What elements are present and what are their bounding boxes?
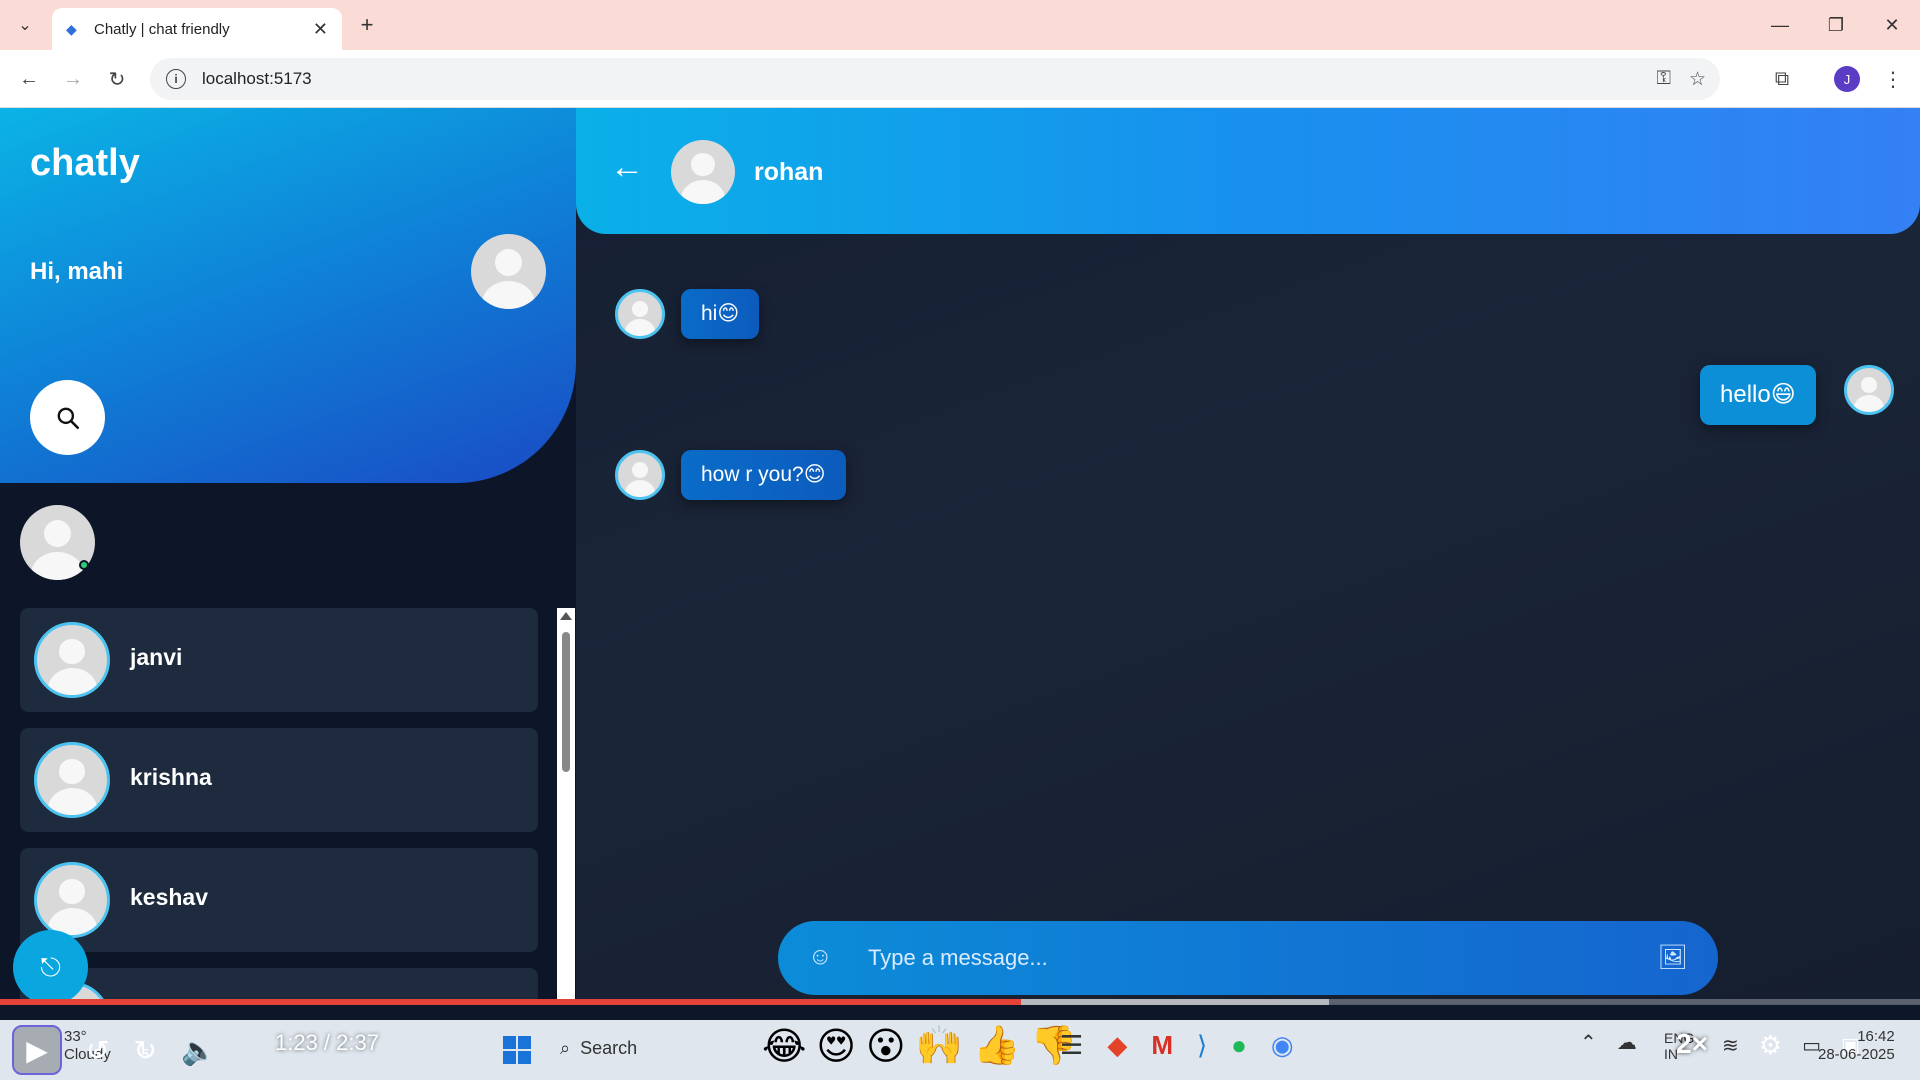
contact-item[interactable]: janvi <box>20 608 538 712</box>
extensions-icon[interactable]: ⧉ <box>1767 64 1797 94</box>
playback-speed[interactable]: 2× <box>1676 1028 1708 1060</box>
emoji-picker-icon[interactable]: ☺ <box>808 943 833 971</box>
contact-avatar <box>34 862 110 938</box>
contact-list-scrollbar[interactable] <box>557 608 575 1004</box>
reaction-emoji[interactable]: 😂 <box>762 1024 806 1069</box>
message-bubble: hi😊 <box>681 289 760 339</box>
chat-app-icon[interactable]: ☰ <box>1060 1030 1083 1061</box>
forward-icon[interactable]: → <box>58 64 88 94</box>
forward-seconds: 5 <box>141 1045 149 1061</box>
play-button[interactable]: ▶ <box>12 1025 62 1075</box>
contact-header-avatar <box>671 140 735 204</box>
app-brand: chatly <box>30 142 140 184</box>
minimize-icon[interactable]: — <box>1752 0 1808 50</box>
password-key-icon[interactable]: ⚿ <box>1656 68 1670 91</box>
spotify-icon[interactable]: ● <box>1231 1030 1247 1061</box>
onedrive-icon[interactable]: ☁ <box>1617 1030 1637 1055</box>
greeting-text: Hi, mahi <box>30 258 124 285</box>
settings-gear-icon[interactable]: ⚙ <box>1759 1030 1782 1061</box>
taskbar-search[interactable]: ⌕ Search <box>560 1038 637 1059</box>
contact-name: keshav <box>130 884 209 910</box>
contact-item[interactable]: keshav <box>20 848 538 952</box>
scrollbar-thumb[interactable] <box>562 632 570 772</box>
contact-list: janvi krishna keshav sneha <box>20 608 538 1004</box>
chrome-icon[interactable]: ◉ <box>1271 1030 1294 1061</box>
progress-buffered <box>1021 999 1329 1005</box>
restore-icon[interactable]: ❐ <box>1808 0 1864 50</box>
rewind-seconds: 5 <box>94 1045 102 1061</box>
profile-avatar[interactable]: J <box>1834 66 1860 92</box>
own-avatar <box>1844 365 1894 415</box>
user-avatar[interactable] <box>471 234 546 309</box>
clock-date: 28-06-2025 <box>1818 1046 1895 1063</box>
url-text: localhost:5173 <box>202 69 312 88</box>
search-button[interactable] <box>30 380 105 455</box>
image-upload-icon[interactable]: 🖼 <box>1658 943 1688 972</box>
sidebar: chatly Hi, mahi janvi krishna keshav <box>0 108 576 1004</box>
contact-avatar <box>34 622 110 698</box>
logout-icon: ⎋ <box>40 951 61 982</box>
contact-item[interactable]: krishna <box>20 728 538 832</box>
address-bar[interactable]: i localhost:5173 ⚿ ☆ <box>150 58 1720 100</box>
scroll-up-icon[interactable] <box>560 612 572 620</box>
sender-avatar <box>615 450 665 500</box>
reaction-emoji[interactable]: 👍 <box>973 1024 1020 1069</box>
video-controls: ▶ ↺ 5 ↻ 5 🔈 <box>12 1020 216 1080</box>
taskbar-search-icon: ⌕ <box>560 1038 571 1058</box>
back-arrow-icon[interactable]: ← <box>610 148 644 187</box>
tray-expand-icon[interactable]: ⌃ <box>1580 1030 1597 1055</box>
volume-icon[interactable]: 🔈 <box>181 1034 216 1067</box>
chat-header: ← rohan <box>576 108 1920 234</box>
system-tray: ⌃ ☁ <box>1580 1030 1637 1055</box>
tab-search-button[interactable]: ⌄ <box>10 10 40 40</box>
gmail-icon[interactable]: M <box>1151 1030 1173 1061</box>
site-info-icon[interactable]: i <box>166 69 186 89</box>
search-icon <box>57 407 79 429</box>
vscode-icon[interactable]: ⟩ <box>1197 1030 1207 1061</box>
window-controls: — ❐ ✕ <box>1752 0 1920 50</box>
contact-avatar <box>34 742 110 818</box>
reaction-emoji[interactable]: 🙌 <box>916 1024 963 1069</box>
contact-name: krishna <box>130 764 212 790</box>
sidebar-hero: chatly Hi, mahi <box>0 108 576 483</box>
clock-time: 16:42 <box>1857 1028 1895 1045</box>
progress-played <box>0 999 1022 1005</box>
taskbar-clock[interactable]: 16:42 28-06-2025 <box>1818 1028 1895 1064</box>
reaction-emoji[interactable]: 😍 <box>816 1024 856 1069</box>
online-status-dot <box>79 560 89 570</box>
reaction-bar: 😂 😍 😮 🙌 👍 👎 <box>762 1024 1078 1069</box>
message-bubble-own: hello😄 <box>1700 365 1816 425</box>
windows-start-icon[interactable] <box>503 1036 531 1064</box>
message-composer[interactable]: ☺ Type a message... 🖼 <box>778 921 1718 995</box>
message-input[interactable]: Type a message... <box>868 945 1048 971</box>
forward-icon[interactable]: ↻ 5 <box>133 1034 156 1067</box>
play-icon: ▶ <box>26 1034 48 1066</box>
back-icon[interactable]: ← <box>14 64 44 94</box>
taskbar-apps: ☰ ◆ M ⟩ ● ◉ <box>1060 1030 1294 1061</box>
git-app-icon[interactable]: ◆ <box>1107 1030 1127 1061</box>
wifi-icon[interactable]: ≋ <box>1722 1033 1739 1058</box>
tab-close-icon[interactable]: ✕ <box>313 19 328 40</box>
contact-name: janvi <box>130 644 183 670</box>
browser-tab[interactable]: ◆ Chatly | chat friendly ✕ <box>52 8 342 50</box>
window-close-icon[interactable]: ✕ <box>1864 0 1920 50</box>
message-bubble: how r you?😊 <box>681 450 846 500</box>
video-time: 1:23 / 2:37 <box>275 1030 379 1055</box>
taskbar-search-label: Search <box>580 1038 638 1058</box>
reaction-emoji[interactable]: 😮 <box>866 1024 906 1069</box>
chat-contact-name: rohan <box>754 158 824 186</box>
tab-title: Chatly | chat friendly <box>94 20 230 38</box>
rewind-icon[interactable]: ↺ 5 <box>86 1034 109 1067</box>
sender-avatar <box>615 289 665 339</box>
bookmark-star-icon[interactable]: ☆ <box>1689 68 1706 91</box>
logout-button[interactable]: ⎋ <box>13 930 88 1005</box>
tab-favicon-icon: ◆ <box>66 21 77 37</box>
browser-toolbar: ← → ↻ i localhost:5173 ⚿ ☆ ⧉ ⋮ <box>0 50 1920 108</box>
reload-icon[interactable]: ↻ <box>102 64 132 94</box>
video-progress-bar[interactable] <box>0 999 1920 1005</box>
new-tab-button[interactable]: + <box>352 10 382 40</box>
menu-kebab-icon[interactable]: ⋮ <box>1878 64 1908 94</box>
